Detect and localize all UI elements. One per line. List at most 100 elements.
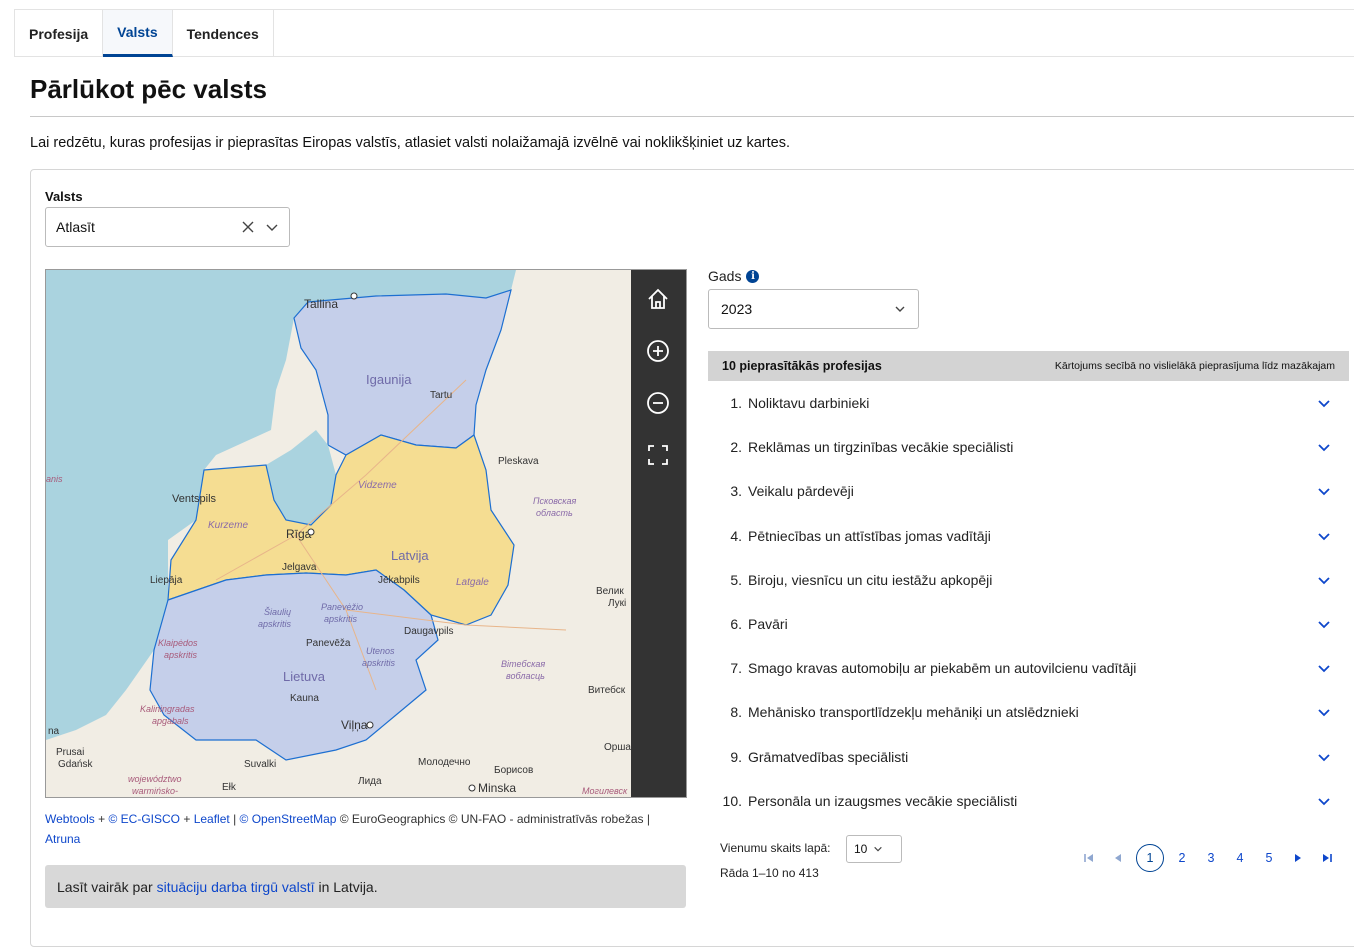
disclaimer-link[interactable]: Atruna [45, 832, 80, 846]
map-label-kaliningrad-2: apgabals [152, 716, 189, 726]
map-label-orsha: Орша [604, 742, 631, 753]
page-3-button[interactable]: 3 [1200, 843, 1222, 873]
country-select-value: Atlasīt [56, 219, 95, 235]
map-label-klaipeda-1: Klaipėdos [158, 638, 198, 648]
occupation-rank: 3. [730, 483, 742, 500]
occupation-item[interactable]: 1. Noliktavu darbinieki [708, 381, 1349, 425]
map-label-elk: Ełk [222, 782, 237, 793]
last-page-icon[interactable] [1316, 843, 1338, 873]
openstreetmap-link[interactable]: © OpenStreetMap [240, 812, 337, 826]
occupation-item[interactable]: 10. Personāla un izaugsmes vecākie speciā… [708, 779, 1349, 823]
per-page-select[interactable]: 10 [846, 835, 902, 863]
occupation-rank: 1. [730, 395, 742, 412]
occupation-item[interactable]: 3. Veikalu pārdevēji [708, 469, 1349, 513]
map-label-latgale: Latgale [456, 577, 489, 588]
occupation-item[interactable]: 5. Biroju, viesnīcu un citu iestāžu apkop… [708, 558, 1349, 602]
readmore-box: Lasīt vairāk par situāciju darba tirgū v… [45, 865, 686, 908]
previous-page-icon[interactable] [1107, 843, 1129, 873]
map-label-pskov-oblast-1: Псковская [533, 496, 577, 506]
chevron-down-icon[interactable] [1317, 573, 1331, 587]
year-select[interactable]: 2023 [708, 289, 919, 329]
occupation-item[interactable]: 8. Mehānisko transportlīdzekļu mehāniķi u… [708, 690, 1349, 734]
occupation-item[interactable]: 2. Reklāmas un tirgzinības vecākie speciā… [708, 425, 1349, 469]
map-canvas[interactable]: Tallina Igaunija Tartu Pleskava Псковска… [46, 270, 633, 798]
next-page-icon[interactable] [1287, 843, 1309, 873]
occupation-rank: 6. [730, 616, 742, 633]
tab-profesija[interactable]: Profesija [15, 10, 104, 57]
page-2-button[interactable]: 2 [1171, 843, 1193, 873]
map-label-kaliningrad-1: Kaliningradas [140, 704, 195, 714]
map-label-vilnius: Viļņa [341, 718, 368, 732]
tab-tendences[interactable]: Tendences [173, 10, 274, 57]
map-label-vitebsk: Витебск [588, 684, 626, 696]
map-label-vitebsk-ob-1: Вітебская [501, 659, 545, 669]
chevron-down-icon[interactable] [1317, 617, 1331, 631]
tab-valsts[interactable]: Valsts [103, 10, 173, 57]
map-label-panevezys-ap-2: apskritis [324, 614, 358, 624]
chevron-down-icon[interactable] [1317, 396, 1331, 410]
map-label-kurzeme: Kurzeme [208, 520, 248, 531]
chevron-down-icon[interactable] [1317, 794, 1331, 808]
map-label-pskov: Pleskava [498, 456, 539, 467]
title-divider [30, 116, 1354, 117]
occupations-list: 1. Noliktavu darbinieki 2. Reklāmas un tir… [708, 381, 1349, 823]
page-5-button[interactable]: 5 [1258, 843, 1280, 873]
map-label-ventspils: Ventspils [172, 493, 217, 505]
map-label-janis: anis [46, 474, 63, 484]
home-icon[interactable] [643, 284, 673, 314]
page-1-button[interactable]: 1 [1136, 844, 1164, 872]
map-label-panevezys: Panevēža [306, 638, 351, 649]
close-icon[interactable] [241, 220, 255, 234]
year-select-value: 2023 [721, 301, 753, 317]
occupation-item[interactable]: 6. Pavāri [708, 602, 1349, 646]
occupation-item[interactable]: 9. Grāmatvedības speciālisti [708, 735, 1349, 779]
pagination-range: Rāda 1–10 no 413 [720, 866, 819, 880]
first-page-icon[interactable] [1078, 843, 1100, 873]
occupation-item[interactable]: 7. Smago kravas automobiļu ar piekabēm un… [708, 646, 1349, 690]
map-label-velikie-1: Велик [596, 586, 624, 597]
chevron-down-icon[interactable] [265, 220, 279, 234]
year-label-text: Gads [708, 268, 742, 284]
attribution-separator: + [94, 812, 109, 826]
per-page-value: 10 [854, 842, 868, 856]
chevron-down-icon[interactable] [1317, 484, 1331, 498]
chevron-down-icon[interactable] [1317, 529, 1331, 543]
country-select[interactable]: Atlasīt [45, 207, 290, 247]
intro-text: Lai redzētu, kuras profesijas ir piepras… [30, 135, 790, 151]
webtools-link[interactable]: Webtools [45, 812, 95, 826]
year-label: Gads i [708, 268, 760, 284]
occupations-header-title: 10 pieprasītākās profesijas [722, 359, 882, 373]
ec-gisco-link[interactable]: © EC-GISCO [109, 812, 181, 826]
chevron-down-icon[interactable] [1317, 705, 1331, 719]
occupation-name: Personāla un izaugsmes vecākie speciālis… [748, 792, 1018, 809]
country-map[interactable]: Tallina Igaunija Tartu Pleskava Псковска… [45, 269, 687, 798]
map-label-minsk: Minska [478, 781, 516, 795]
chevron-down-icon[interactable] [1317, 750, 1331, 764]
map-label-estonia: Igaunija [366, 372, 412, 387]
map-label-riga: Rīga [286, 527, 312, 541]
tab-bar: Profesija Valsts Tendences [14, 9, 1354, 57]
map-label-woj-2: warmińsko- [132, 786, 178, 796]
map-label-utena-2: apskritis [362, 658, 396, 668]
map-label-siauliai-1: Šiaulių [264, 607, 291, 617]
map-label-latvia: Latvija [391, 548, 429, 563]
attribution-separator: | [229, 812, 240, 826]
zoom-in-icon[interactable] [643, 336, 673, 366]
map-label-velikie-2: Лукі [608, 598, 626, 609]
chevron-down-icon[interactable] [1317, 440, 1331, 454]
map-label-kaunas: Kauna [290, 693, 319, 704]
leaflet-link[interactable]: Leaflet [194, 812, 230, 826]
info-icon[interactable]: i [746, 269, 760, 283]
chevron-down-icon[interactable] [1317, 661, 1331, 675]
map-toolbar [631, 270, 686, 797]
occupation-item[interactable]: 4. Pētniecības un attīstības jomas vadītā… [708, 514, 1349, 558]
map-label-na: na [48, 726, 60, 737]
readmore-suffix: in Latvija. [314, 878, 378, 895]
occupation-name: Noliktavu darbinieki [748, 395, 870, 412]
fullscreen-icon[interactable] [643, 440, 673, 470]
map-label-klaipeda-2: apskritis [164, 650, 198, 660]
zoom-out-icon[interactable] [643, 388, 673, 418]
page-4-button[interactable]: 4 [1229, 843, 1251, 873]
occupation-rank: 8. [730, 704, 742, 721]
labour-market-link[interactable]: situāciju darba tirgū valstī [157, 879, 315, 895]
